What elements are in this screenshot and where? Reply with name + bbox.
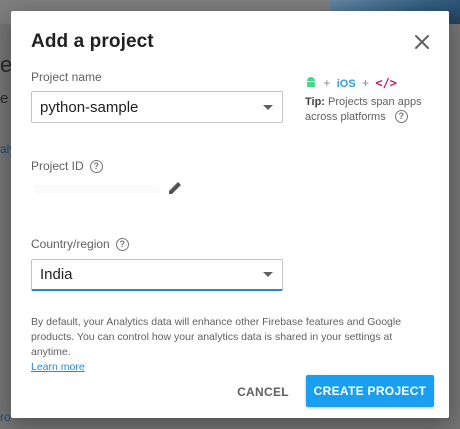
- web-code-icon: </>: [375, 76, 398, 90]
- help-icon[interactable]: ?: [394, 110, 408, 123]
- project-id-label: Project ID?: [31, 159, 103, 173]
- help-icon[interactable]: ?: [89, 160, 103, 173]
- learn-more-link[interactable]: Learn more: [31, 361, 85, 373]
- country-select[interactable]: India: [31, 259, 283, 291]
- tip-bold: Tip:: [305, 96, 325, 108]
- edit-pencil-icon[interactable]: [166, 179, 184, 197]
- chevron-down-icon: [263, 272, 273, 277]
- country-value: India: [40, 266, 73, 283]
- add-project-dialog: Add a project Project name python-sample…: [11, 11, 449, 418]
- project-id-label-text: Project ID: [31, 159, 84, 173]
- chevron-down-icon: [263, 105, 273, 110]
- platform-tip: Tip: Projects span apps across platforms…: [305, 95, 435, 125]
- android-icon: [305, 76, 320, 90]
- project-name-label: Project name: [31, 70, 102, 84]
- platform-icons: + iOS + </>: [305, 76, 397, 90]
- description-text: By default, your Analytics data will enh…: [31, 316, 402, 358]
- plus-separator: +: [323, 76, 331, 90]
- project-id-value-redacted: [33, 185, 161, 193]
- country-label: Country/region?: [31, 237, 129, 251]
- country-label-text: Country/region: [31, 237, 110, 251]
- dialog-title: Add a project: [31, 31, 154, 52]
- cancel-button[interactable]: CANCEL: [229, 377, 297, 407]
- analytics-description: By default, your Analytics data will enh…: [31, 315, 431, 375]
- create-project-button[interactable]: CREATE PROJECT: [306, 375, 434, 407]
- help-icon[interactable]: ?: [115, 238, 129, 251]
- project-name-value: python-sample: [40, 99, 139, 116]
- close-icon[interactable]: [411, 31, 433, 53]
- ios-icon: iOS: [336, 78, 356, 90]
- project-name-select[interactable]: python-sample: [31, 91, 283, 123]
- plus-separator: +: [362, 76, 370, 90]
